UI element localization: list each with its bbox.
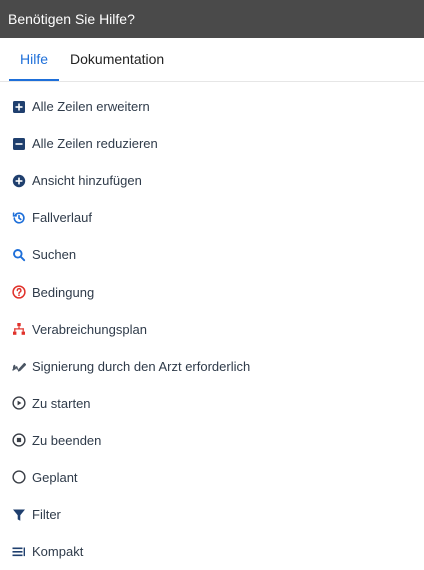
plus-circle-icon: [12, 174, 26, 188]
item-label: Verabreichungsplan: [32, 321, 147, 337]
list-item-administration-plan: Verabreichungsplan: [0, 311, 424, 348]
list-item-search: Suchen: [0, 236, 424, 273]
list-item-condition: Bedingung: [0, 273, 424, 310]
question-circle-icon: [12, 285, 26, 299]
empty-circle-icon: [12, 470, 26, 485]
tab-dokumentation[interactable]: Dokumentation: [59, 37, 175, 81]
compact-icon: [12, 545, 26, 559]
item-label: Filter: [32, 507, 61, 523]
legend-list: Alle Zeilen erweitern Alle Zeilen reduzi…: [0, 82, 424, 570]
panel-title: Benötigen Sie Hilfe?: [8, 11, 135, 27]
minus-square-icon: [12, 137, 26, 151]
panel-header: Benötigen Sie Hilfe?: [0, 0, 424, 38]
play-circle-icon: [12, 396, 26, 410]
item-label: Bedingung: [32, 284, 95, 300]
list-item-expand-all: Alle Zeilen erweitern: [0, 88, 424, 125]
item-label: Kompakt: [32, 544, 84, 560]
list-item-to-start: Zu starten: [0, 385, 424, 422]
item-label: Alle Zeilen reduzieren: [32, 136, 158, 152]
list-item-case-history: Fallverlauf: [0, 199, 424, 236]
signature-icon: [12, 359, 26, 373]
filter-icon: [12, 508, 26, 522]
stop-circle-icon: [12, 433, 26, 447]
help-panel: Benötigen Sie Hilfe? Hilfe Dokumentation…: [0, 0, 424, 561]
item-label: Geplant: [32, 469, 78, 485]
hierarchy-icon: [12, 322, 26, 336]
item-label: Suchen: [32, 247, 77, 263]
list-item-filter: Filter: [0, 496, 424, 533]
list-item-planned: Geplant: [0, 459, 424, 496]
item-label: Fallverlauf: [32, 210, 92, 226]
item-label: Ansicht hinzufügen: [32, 173, 142, 189]
list-item-add-view: Ansicht hinzufügen: [0, 162, 424, 199]
list-item-signature-required: Signierung durch den Arzt erforderlich: [0, 348, 424, 385]
item-label: Signierung durch den Arzt erforderlich: [32, 358, 251, 374]
search-icon: [12, 248, 26, 262]
tab-hilfe[interactable]: Hilfe: [9, 37, 60, 81]
item-label: Alle Zeilen erweitern: [32, 99, 150, 115]
item-label: Zu starten: [32, 395, 91, 411]
tab-bar: Hilfe Dokumentation: [0, 38, 424, 82]
item-label: Zu beenden: [32, 432, 102, 448]
list-item-to-stop: Zu beenden: [0, 422, 424, 459]
list-item-collapse-all: Alle Zeilen reduzieren: [0, 125, 424, 162]
history-icon: [12, 211, 26, 225]
list-item-compact: Kompakt: [0, 533, 424, 570]
plus-square-icon: [12, 100, 26, 114]
